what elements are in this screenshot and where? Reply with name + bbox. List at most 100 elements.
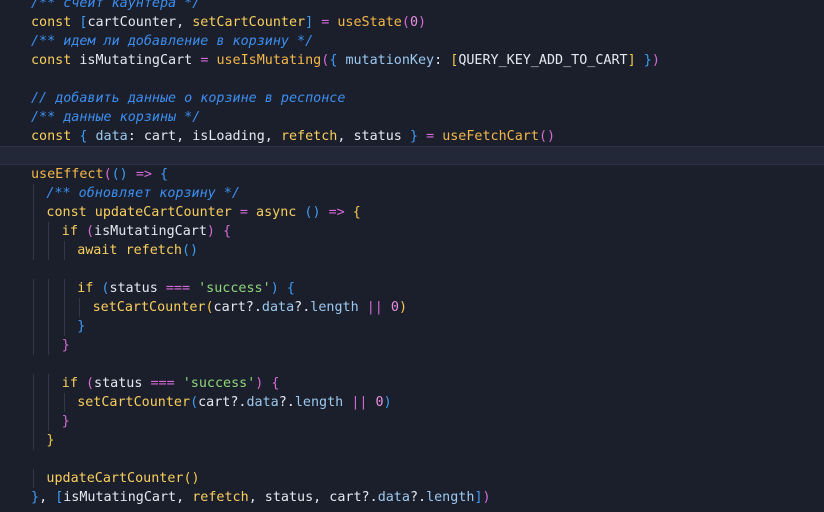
code-token: /** данные корзины */ (31, 110, 201, 125)
code-line[interactable]: // добавить данные о корзине в респонсе (0, 89, 824, 108)
code-token: : (434, 53, 451, 68)
code-token: updateCartCounter (94, 205, 232, 220)
code-line[interactable]: /** данные корзины */ (0, 108, 824, 127)
code-token: length (294, 395, 344, 410)
code-token: /** обновляет корзину */ (46, 186, 240, 201)
indent-guide (48, 222, 50, 241)
indent-guide (33, 184, 34, 203)
code-line[interactable]: const updateCartCounter = async () => { (0, 203, 824, 222)
code-token: () (304, 205, 321, 220)
code-line[interactable]: if (status === 'success') { (0, 374, 824, 393)
code-line[interactable]: /** счеит каунтера */ (0, 0, 824, 13)
code-token: ( (401, 15, 410, 30)
code-token: } (31, 490, 40, 505)
code-line[interactable]: setCartCounter(cart?.data?.length || 0) (0, 393, 824, 412)
code-text: const { data: cart, isLoading, refetch, … (31, 127, 555, 146)
code-token: ?. (409, 490, 427, 505)
code-token: () (183, 471, 200, 486)
code-token: data (246, 395, 279, 410)
code-line[interactable] (0, 260, 824, 279)
code-token: 'success' (198, 281, 271, 296)
code-token: if (61, 376, 86, 391)
code-line[interactable]: const [cartCounter, setCartCounter] = us… (0, 13, 824, 32)
code-token: cartCounter, (87, 15, 193, 30)
code-editor[interactable]: /** счеит каунтера */ const [cartCounter,… (0, 0, 824, 512)
code-token: { (271, 376, 280, 391)
code-token: ) (383, 395, 392, 410)
indent-guide (33, 336, 34, 355)
code-token: 0 (390, 300, 399, 315)
indent-guide (33, 431, 34, 450)
code-line[interactable] (0, 355, 824, 374)
code-token: // добавить данные о корзине в респонсе (31, 91, 346, 106)
code-line[interactable]: const { data: cart, isLoading, refetch, … (0, 127, 824, 146)
code-token: } (635, 53, 652, 68)
code-text: await refetch() (77, 241, 198, 260)
code-line[interactable] (0, 70, 824, 89)
code-token: useFetchCart (442, 129, 539, 144)
code-text: }, [isMutatingCart, refetch, status, car… (31, 488, 491, 507)
indent-guide (33, 298, 34, 317)
indent-guide (48, 374, 50, 393)
code-token: ( (103, 167, 112, 182)
code-token: ( (85, 224, 95, 239)
code-token: === (150, 376, 175, 391)
code-token: data (377, 490, 410, 505)
code-line[interactable]: } (0, 336, 824, 355)
code-line[interactable]: setCartCounter(cart?.data?.length || 0) (0, 298, 824, 317)
code-token: } (61, 414, 70, 429)
code-line[interactable] (0, 146, 824, 165)
code-token: => (328, 205, 345, 220)
code-token: ?. (278, 395, 295, 410)
indent-guide (33, 469, 34, 488)
indent-guide (63, 279, 65, 298)
code-token: ( (205, 300, 214, 315)
code-line[interactable]: updateCartCounter() (0, 469, 824, 488)
code-token: async (256, 205, 305, 220)
code-token: { (286, 281, 295, 296)
code-text: /** данные корзины */ (31, 108, 200, 127)
code-token: cart?. (213, 300, 262, 315)
code-token: = (239, 205, 248, 220)
code-token: refetch (280, 129, 338, 144)
code-token: status (94, 376, 151, 391)
code-token: { (329, 53, 346, 68)
code-text: useEffect(() => { (31, 165, 168, 184)
indent-guide (33, 222, 34, 241)
code-line[interactable]: }, [isMutatingCart, refetch, status, car… (0, 488, 824, 507)
code-token: ) (206, 224, 215, 239)
indent-guide (48, 393, 50, 412)
code-text: if (isMutatingCart) { (62, 222, 231, 241)
code-line[interactable]: await refetch() (0, 241, 824, 260)
code-token: setCartCounter (77, 395, 191, 410)
code-token: = (426, 129, 435, 144)
code-text: if (status === 'success') { (77, 279, 295, 298)
code-line[interactable] (0, 450, 824, 469)
code-text: } (62, 336, 70, 355)
code-line[interactable]: /** обновляет корзину */ (0, 184, 824, 203)
code-token: data (95, 129, 128, 144)
code-text: /** счеит каунтера */ (31, 0, 200, 13)
code-line[interactable]: /** идем ли добавление в корзину */ (0, 32, 824, 51)
code-line[interactable]: const isMutatingCart = useIsMutating({ m… (0, 51, 824, 70)
code-token: , (39, 490, 56, 505)
code-line[interactable]: } (0, 412, 824, 431)
code-line[interactable]: } (0, 431, 824, 450)
code-token: updateCartCounter (46, 471, 184, 486)
indent-guide (48, 241, 50, 260)
code-line[interactable]: useEffect(() => { (0, 165, 824, 184)
code-line[interactable]: if (status === 'success') { (0, 279, 824, 298)
code-token: ] (627, 53, 636, 68)
code-line[interactable]: } (0, 317, 824, 336)
code-token: const (46, 205, 95, 220)
code-text: const [cartCounter, setCartCounter] = us… (31, 13, 426, 32)
code-line[interactable]: if (isMutatingCart) { (0, 222, 824, 241)
code-token: ?. (294, 300, 311, 315)
code-token: cart?. (198, 395, 247, 410)
code-text: const updateCartCounter = async () => { (46, 203, 360, 222)
